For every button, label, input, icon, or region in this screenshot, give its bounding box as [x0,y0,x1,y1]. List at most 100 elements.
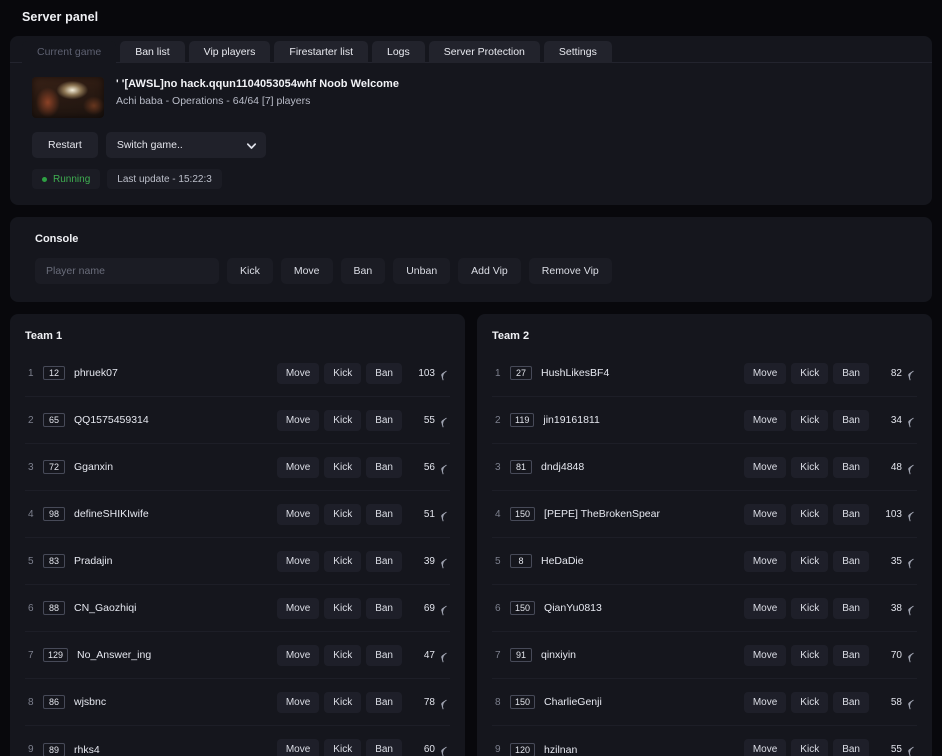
player-ban-button[interactable]: Ban [366,691,402,713]
player-ban-button[interactable]: Ban [833,456,869,478]
player-actions: Move Kick Ban [276,597,402,619]
player-kick-button[interactable]: Kick [324,691,362,713]
player-name: Gganxin [74,461,114,473]
player-index: 5 [495,555,501,567]
player-move-button[interactable]: Move [743,362,787,384]
player-kick-button[interactable]: Kick [791,409,829,431]
tab-server-protection[interactable]: Server Protection [428,41,540,63]
player-ban-button[interactable]: Ban [366,456,402,478]
player-ban-button[interactable]: Ban [366,362,402,384]
player-kick-button[interactable]: Kick [791,691,829,713]
player-ban-button[interactable]: Ban [366,739,402,756]
tab-firestarter-list[interactable]: Firestarter list [274,41,368,63]
player-move-button[interactable]: Move [743,597,787,619]
player-name: QianYu0813 [544,602,602,614]
player-move-button[interactable]: Move [276,409,320,431]
player-actions: Move Kick Ban [276,503,402,525]
ping-value: 70 [890,649,902,661]
player-kick-button[interactable]: Kick [324,550,362,572]
player-ban-button[interactable]: Ban [833,503,869,525]
player-kick-button[interactable]: Kick [791,644,829,666]
console-add-vip-button[interactable]: Add Vip [458,258,521,284]
player-ban-button[interactable]: Ban [366,644,402,666]
player-move-button[interactable]: Move [276,691,320,713]
player-kick-button[interactable]: Kick [791,597,829,619]
player-move-button[interactable]: Move [743,409,787,431]
switch-game-select[interactable]: Switch game.. [105,132,266,158]
player-ping: 78 [412,697,450,709]
player-move-button[interactable]: Move [743,456,787,478]
tab-vip-players[interactable]: Vip players [188,41,271,63]
player-move-button[interactable]: Move [743,503,787,525]
player-move-button[interactable]: Move [743,550,787,572]
console-move-button[interactable]: Move [280,258,333,284]
tab-logs[interactable]: Logs [372,41,425,63]
console-remove-vip-button[interactable]: Remove Vip [528,258,612,284]
map-thumbnail [32,77,104,118]
player-move-button[interactable]: Move [276,362,320,384]
ping-value: 55 [423,414,435,426]
player-kick-button[interactable]: Kick [791,456,829,478]
signal-strength-icon [439,415,450,427]
player-ban-button[interactable]: Ban [833,409,869,431]
team-panel-2: Team 2 1 27 HushLikesBF4 Move Kick Ban 82 2 119 ji… [477,314,932,756]
signal-strength-icon [906,603,917,615]
player-ban-button[interactable]: Ban [833,739,869,756]
player-index: 2 [28,414,34,426]
signal-strength-icon [906,650,917,662]
console-kick-button[interactable]: Kick [227,258,273,284]
restart-button[interactable]: Restart [32,132,98,158]
player-name: No_Answer_ing [77,649,152,661]
last-update-badge: Last update - 15:22:3 [107,169,222,189]
player-move-button[interactable]: Move [743,691,787,713]
player-move-button[interactable]: Move [743,739,787,756]
tab-ban-list[interactable]: Ban list [120,41,185,63]
player-ban-button[interactable]: Ban [833,597,869,619]
player-kick-button[interactable]: Kick [791,739,829,756]
player-move-button[interactable]: Move [276,456,320,478]
player-kick-button[interactable]: Kick [324,456,362,478]
player-move-button[interactable]: Move [276,597,320,619]
player-index: 8 [495,696,501,708]
player-actions: Move Kick Ban [743,503,869,525]
player-index: 8 [28,696,34,708]
player-move-button[interactable]: Move [743,644,787,666]
player-move-button[interactable]: Move [276,503,320,525]
signal-strength-icon [439,368,450,380]
player-ban-button[interactable]: Ban [833,691,869,713]
ping-value: 103 [885,508,902,520]
ping-value: 56 [423,461,435,473]
player-ban-button[interactable]: Ban [366,597,402,619]
player-name-input[interactable] [35,258,219,284]
player-row: 7 129 No_Answer_ing Move Kick Ban 47 [25,632,450,679]
player-kick-button[interactable]: Kick [324,739,362,756]
player-ban-button[interactable]: Ban [366,503,402,525]
player-move-button[interactable]: Move [276,739,320,756]
player-kick-button[interactable]: Kick [324,503,362,525]
player-ban-button[interactable]: Ban [833,644,869,666]
player-kick-button[interactable]: Kick [324,409,362,431]
player-row: 7 91 qinxiyin Move Kick Ban 70 [492,632,917,679]
console-ban-button[interactable]: Ban [340,258,386,284]
player-ban-button[interactable]: Ban [833,550,869,572]
status-dot-icon [42,176,47,182]
player-name: dndj4848 [541,461,585,473]
tab-settings[interactable]: Settings [543,41,612,63]
console-unban-button[interactable]: Unban [393,258,451,284]
player-kick-button[interactable]: Kick [324,644,362,666]
player-kick-button[interactable]: Kick [791,503,829,525]
player-kick-button[interactable]: Kick [791,550,829,572]
player-move-button[interactable]: Move [276,644,320,666]
player-id-badge: 98 [43,507,65,521]
player-move-button[interactable]: Move [276,550,320,572]
player-actions: Move Kick Ban [276,456,402,478]
player-kick-button[interactable]: Kick [324,362,362,384]
player-kick-button[interactable]: Kick [324,597,362,619]
player-kick-button[interactable]: Kick [791,362,829,384]
player-ban-button[interactable]: Ban [833,362,869,384]
player-ban-button[interactable]: Ban [366,409,402,431]
tab-current-game[interactable]: Current game [22,41,117,63]
ping-value: 48 [890,461,902,473]
player-ban-button[interactable]: Ban [366,550,402,572]
player-actions: Move Kick Ban [743,456,869,478]
